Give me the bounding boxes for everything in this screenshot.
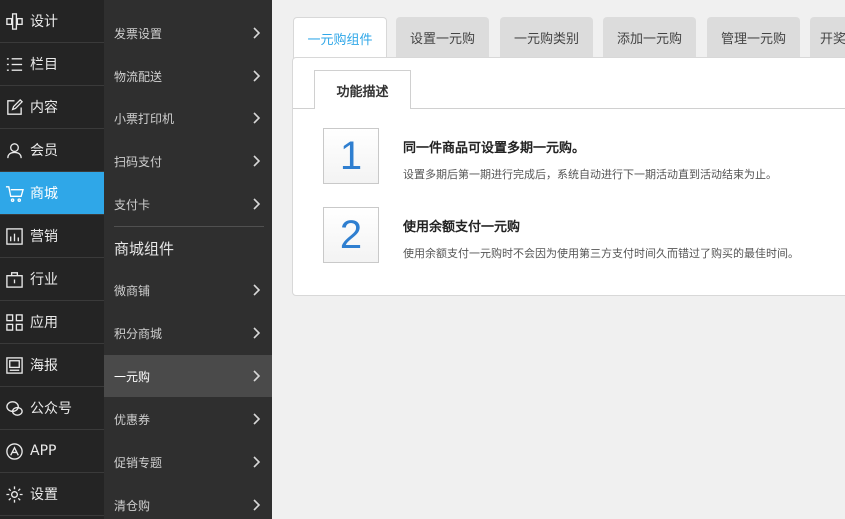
sub-item-pay-card[interactable]: 支付卡 xyxy=(104,183,272,225)
feature-item: 2 使用余额支付一元购 使用余额支付一元购时不会因为使用第三方支付时间久而错过了… xyxy=(323,207,845,265)
chevron-right-icon xyxy=(248,368,264,384)
tab-add-one-yuan[interactable]: 添加一元购 xyxy=(603,17,696,58)
nav-item-label: 应用 xyxy=(30,315,58,331)
nav-item-mall[interactable]: 商城 xyxy=(0,172,104,215)
nav-item-label: 设计 xyxy=(30,14,58,30)
design-icon xyxy=(3,12,25,31)
tab-feature-description[interactable]: 功能描述 xyxy=(314,70,411,109)
sub-item-label: 支付卡 xyxy=(114,197,151,212)
nav-item-members[interactable]: 会员 xyxy=(0,129,104,172)
nav-item-label: 行业 xyxy=(30,272,58,288)
inner-tab-line xyxy=(293,108,314,109)
tab-manage-one-yuan[interactable]: 管理一元购 xyxy=(707,17,800,58)
feature-number-badge: 1 xyxy=(323,128,379,184)
list-icon xyxy=(3,55,25,74)
chevron-right-icon xyxy=(248,325,264,341)
sub-item-label: 小票打印机 xyxy=(114,111,175,126)
feature-description: 设置多期后第一期进行完成后，系统自动进行下一期活动直到活动结束为止。 xyxy=(403,168,777,181)
chevron-right-icon xyxy=(248,25,264,41)
nav-item-label: 海报 xyxy=(30,358,58,374)
chevron-right-icon xyxy=(248,153,264,169)
feature-panel: 功能描述 1 同一件商品可设置多期一元购。 设置多期后第一期进行完成后，系统自动… xyxy=(292,57,845,296)
sub-item-micro-shop[interactable]: 微商铺 xyxy=(104,269,272,311)
sub-item-label: 一元购 xyxy=(114,369,151,384)
main-nav-rail: 设计 栏目 内容 会员 商城 营销 行业 应用 海报 公众号 APP 设置 xyxy=(0,0,104,519)
sub-item-receipt-printer[interactable]: 小票打印机 xyxy=(104,97,272,139)
nav-item-settings[interactable]: 设置 xyxy=(0,473,104,516)
tab-one-yuan-component[interactable]: 一元购组件 xyxy=(293,17,387,58)
poster-icon xyxy=(3,356,25,375)
secondary-sidebar: 发票设置 物流配送 小票打印机 扫码支付 支付卡 商城组件 微商铺 积分商城 一… xyxy=(104,0,272,519)
industry-icon xyxy=(3,270,25,289)
nav-item-design[interactable]: 设计 xyxy=(0,0,104,43)
sub-item-points-mall[interactable]: 积分商城 xyxy=(104,312,272,354)
nav-item-app[interactable]: APP xyxy=(0,430,104,473)
nav-item-columns[interactable]: 栏目 xyxy=(0,43,104,86)
section-title: 商城组件 xyxy=(114,240,175,258)
nav-item-label: 设置 xyxy=(30,487,58,503)
sub-item-label: 发票设置 xyxy=(114,26,163,41)
sub-item-label: 积分商城 xyxy=(114,326,163,341)
nav-item-label: 栏目 xyxy=(30,57,58,73)
gear-icon xyxy=(3,485,25,504)
nav-item-label: 内容 xyxy=(30,100,58,116)
nav-item-label: 商城 xyxy=(30,186,58,202)
chart-icon xyxy=(3,227,25,246)
sub-item-label: 微商铺 xyxy=(114,283,151,298)
nav-item-label: 营销 xyxy=(30,229,58,245)
tab-draw[interactable]: 开奖 xyxy=(810,17,845,58)
nav-item-label: 公众号 xyxy=(30,401,72,417)
feature-title: 使用余额支付一元购 xyxy=(403,220,521,235)
sub-item-promotions[interactable]: 促销专题 xyxy=(104,441,272,483)
wechat-icon xyxy=(3,399,25,418)
feature-number-badge: 2 xyxy=(323,207,379,263)
sub-item-label: 物流配送 xyxy=(114,69,163,84)
sub-item-one-yuan-buy[interactable]: 一元购 xyxy=(104,355,272,397)
nav-item-industry[interactable]: 行业 xyxy=(0,258,104,301)
chevron-right-icon xyxy=(248,497,264,513)
apps-icon xyxy=(3,313,25,332)
nav-item-apps[interactable]: 应用 xyxy=(0,301,104,344)
sub-item-label: 扫码支付 xyxy=(114,154,163,169)
feature-title: 同一件商品可设置多期一元购。 xyxy=(403,141,586,156)
sub-item-label: 促销专题 xyxy=(114,455,163,470)
chevron-right-icon xyxy=(248,68,264,84)
feature-description: 使用余额支付一元购时不会因为使用第三方支付时间久而错过了购买的最佳时间。 xyxy=(403,247,799,260)
sub-item-logistics[interactable]: 物流配送 xyxy=(104,55,272,97)
user-icon xyxy=(3,141,25,160)
chevron-right-icon xyxy=(248,196,264,212)
chevron-right-icon xyxy=(248,282,264,298)
tab-one-yuan-category[interactable]: 一元购类别 xyxy=(500,17,593,58)
sub-item-coupons[interactable]: 优惠券 xyxy=(104,398,272,440)
edit-icon xyxy=(3,98,25,117)
chevron-right-icon xyxy=(248,411,264,427)
nav-item-label: APP xyxy=(30,443,57,459)
sub-item-invoice-settings[interactable]: 发票设置 xyxy=(104,12,272,54)
chevron-right-icon xyxy=(248,454,264,470)
nav-item-marketing[interactable]: 营销 xyxy=(0,215,104,258)
feature-item: 1 同一件商品可设置多期一元购。 设置多期后第一期进行完成后，系统自动进行下一期… xyxy=(323,128,845,186)
nav-item-label: 会员 xyxy=(30,143,58,159)
tab-set-one-yuan[interactable]: 设置一元购 xyxy=(396,17,489,58)
nav-item-official-account[interactable]: 公众号 xyxy=(0,387,104,430)
main-content: 一元购组件 设置一元购 一元购类别 添加一元购 管理一元购 开奖 功能描述 1 … xyxy=(272,0,845,519)
nav-item-poster[interactable]: 海报 xyxy=(0,344,104,387)
section-divider xyxy=(114,226,264,227)
app-store-icon xyxy=(3,442,25,461)
sub-item-clearance[interactable]: 清仓购 xyxy=(104,484,272,519)
sub-item-label: 优惠券 xyxy=(114,412,151,427)
app-root: 设计 栏目 内容 会员 商城 营销 行业 应用 海报 公众号 APP 设置 发票… xyxy=(0,0,845,519)
sub-item-label: 清仓购 xyxy=(114,498,151,513)
chevron-right-icon xyxy=(248,110,264,126)
sub-item-scan-pay[interactable]: 扫码支付 xyxy=(104,140,272,182)
nav-item-content[interactable]: 内容 xyxy=(0,86,104,129)
cart-icon xyxy=(3,184,25,203)
